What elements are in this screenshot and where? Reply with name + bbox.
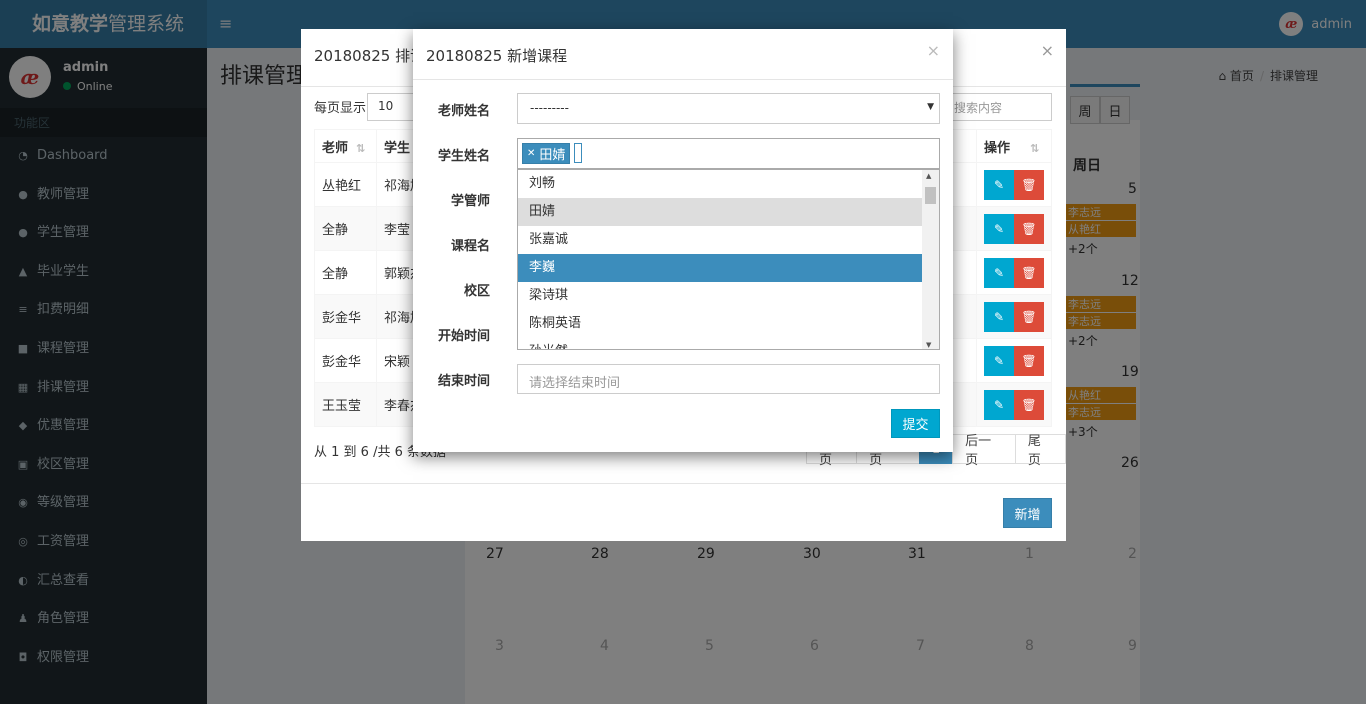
- actions-cell: ✎ 🗑: [976, 382, 1052, 427]
- manager-label: 学管师: [450, 194, 490, 209]
- column-header-teacher[interactable]: 老师 ⇅: [314, 129, 377, 163]
- actions-cell: ✎ 🗑: [976, 338, 1052, 383]
- scroll-up-icon[interactable]: ▲: [926, 172, 931, 180]
- divider: [413, 79, 953, 80]
- start-time-label: 开始时间: [437, 329, 490, 344]
- close-icon[interactable]: ×: [927, 41, 940, 60]
- caret-down-icon: ▼: [927, 102, 934, 112]
- remove-tag-icon[interactable]: ✕: [527, 148, 535, 159]
- student-option[interactable]: 陈桐英语: [518, 310, 922, 338]
- teacher-cell: 彭金华: [314, 338, 377, 383]
- student-option[interactable]: 刘畅: [518, 170, 922, 198]
- end-time-label: 结束时间: [437, 374, 490, 389]
- delete-button[interactable]: 🗑: [1014, 257, 1044, 288]
- close-icon[interactable]: ×: [1041, 41, 1054, 60]
- teacher-select-value: ---------: [530, 101, 569, 115]
- dropdown-scrollbar[interactable]: ▲ ▼: [922, 170, 939, 349]
- teacher-cell: 彭金华: [314, 294, 377, 339]
- actions-cell: ✎ 🗑: [976, 162, 1052, 207]
- column-label: 学生: [384, 140, 411, 156]
- add-course-modal: 20180825 新增课程 × 老师姓名 --------- ▼ 学生姓名 ✕ 田…: [413, 29, 953, 452]
- student-option[interactable]: 梁诗琪: [518, 282, 922, 310]
- search-input[interactable]: 搜索内容: [949, 93, 1052, 121]
- delete-button[interactable]: 🗑: [1014, 213, 1044, 244]
- actions-cell: ✎ 🗑: [976, 250, 1052, 295]
- delete-button[interactable]: 🗑: [1014, 345, 1044, 376]
- student-option[interactable]: 孙光然: [518, 338, 922, 349]
- teacher-cell: 王玉莹: [314, 382, 377, 427]
- student-option-highlighted[interactable]: 李巍: [518, 254, 922, 282]
- next-page-button[interactable]: 后一页: [952, 434, 1016, 468]
- edit-button[interactable]: ✎: [984, 257, 1014, 288]
- end-time-input[interactable]: 请选择结束时间: [517, 364, 940, 394]
- edit-button[interactable]: ✎: [984, 169, 1014, 200]
- actions-cell: ✎ 🗑: [976, 294, 1052, 339]
- last-page-button[interactable]: 尾页: [1014, 434, 1066, 468]
- edit-button[interactable]: ✎: [984, 301, 1014, 332]
- delete-button[interactable]: 🗑: [1014, 301, 1044, 332]
- sort-icon: ⇅: [1030, 141, 1040, 155]
- edit-button[interactable]: ✎: [984, 213, 1014, 244]
- student-multiselect[interactable]: ✕ 田婧: [517, 138, 940, 169]
- student-option-selected[interactable]: 田婧: [518, 198, 922, 226]
- column-label: 老师: [322, 140, 349, 156]
- teacher-cell: 丛艳红: [314, 162, 377, 207]
- divider: [301, 483, 1066, 484]
- delete-button[interactable]: 🗑: [1014, 389, 1044, 420]
- student-option[interactable]: 张嘉诚: [518, 226, 922, 254]
- scrollbar-thumb[interactable]: [925, 187, 936, 204]
- teacher-cell: 全静: [314, 206, 377, 251]
- sort-icon: ⇅: [356, 141, 366, 155]
- student-label: 学生姓名: [437, 149, 490, 164]
- teacher-cell: 全静: [314, 250, 377, 295]
- student-dropdown: 刘畅 田婧 张嘉诚 李巍 梁诗琪 陈桐英语 孙光然 ▲ ▼: [517, 169, 940, 350]
- per-page-label: 每页显示: [314, 101, 367, 116]
- new-button[interactable]: 新增: [1003, 498, 1052, 528]
- column-label: 操作: [984, 140, 1011, 156]
- course-label: 课程名: [450, 239, 490, 254]
- modal-title: 20180825 排课: [314, 47, 426, 65]
- submit-button[interactable]: 提交: [891, 409, 940, 438]
- teacher-label: 老师姓名: [437, 104, 490, 119]
- edit-button[interactable]: ✎: [984, 345, 1014, 376]
- selected-student-tag: ✕ 田婧: [522, 143, 571, 164]
- tag-label: 田婧: [539, 148, 566, 163]
- student-search-input[interactable]: [574, 143, 583, 163]
- scroll-down-icon[interactable]: ▼: [926, 341, 931, 349]
- delete-button[interactable]: 🗑: [1014, 169, 1044, 200]
- actions-cell: ✎ 🗑: [976, 206, 1052, 251]
- teacher-select[interactable]: --------- ▼: [517, 93, 940, 124]
- edit-button[interactable]: ✎: [984, 389, 1014, 420]
- modal-title: 20180825 新增课程: [426, 47, 568, 65]
- campus-label: 校区: [463, 284, 490, 299]
- column-header-actions: 操作 ⇅: [976, 129, 1052, 163]
